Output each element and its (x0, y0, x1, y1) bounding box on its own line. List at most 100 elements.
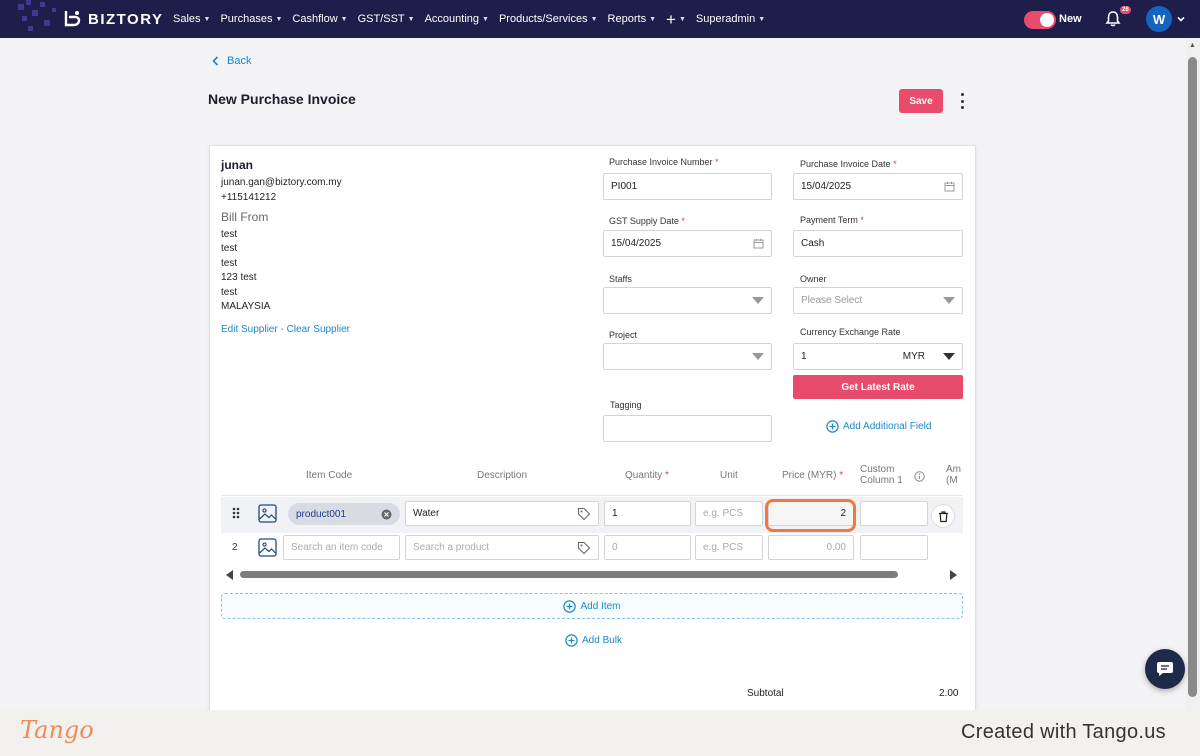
notification-bell-icon[interactable] (1104, 10, 1122, 28)
tag-icon[interactable] (577, 507, 591, 521)
col-header-custom-line2: Column 1 (860, 475, 903, 486)
currency-select[interactable]: MYR (903, 351, 955, 362)
circle-plus-icon (565, 634, 578, 647)
price-input[interactable]: 0.00 (768, 535, 854, 560)
item-code-chip[interactable]: product001 (288, 503, 400, 525)
custom-column-input[interactable] (860, 501, 928, 526)
quantity-input[interactable]: 1 (604, 501, 691, 526)
scroll-up-arrow-icon[interactable]: ▲ (1189, 42, 1196, 49)
circle-plus-icon (826, 420, 839, 433)
quantity-input[interactable]: 0 (604, 535, 691, 560)
nav-sales-label: Sales (173, 13, 201, 25)
payment-term-input[interactable]: Cash (793, 230, 963, 257)
gst-supply-date-input[interactable]: 15/04/2025 (603, 230, 772, 257)
description-input[interactable]: Water (405, 501, 599, 526)
product-search-input[interactable]: Search a product (405, 535, 599, 560)
address-line: test (221, 229, 238, 240)
subtotal-label: Subtotal (747, 688, 784, 699)
clear-icon[interactable] (381, 509, 392, 520)
save-button[interactable]: Save (899, 89, 943, 113)
calendar-icon[interactable] (944, 181, 955, 192)
subtotal-value: 2.00 (939, 688, 959, 699)
circle-plus-icon (563, 599, 577, 613)
invoice-number-input[interactable]: PI001 (603, 173, 772, 200)
chevron-down-icon: ▼ (203, 15, 211, 23)
chevron-down-icon: ▼ (678, 15, 686, 23)
trash-icon (938, 510, 948, 522)
add-item-button[interactable]: Add Item (221, 593, 963, 619)
currency-rate-input[interactable]: 1 MYR (793, 343, 963, 370)
unit-input[interactable]: e.g. PCS (695, 535, 763, 560)
nav-superadmin[interactable]: Superadmin ▼ (691, 13, 770, 25)
tag-icon[interactable] (577, 541, 591, 555)
user-avatar[interactable]: W (1146, 6, 1172, 32)
col-header-price-text: Price (MYR) (782, 470, 837, 481)
delete-row-button[interactable] (931, 504, 955, 528)
scroll-left-arrow-icon[interactable] (226, 570, 233, 580)
custom-column-input[interactable] (860, 535, 928, 560)
plus-icon: + (666, 9, 676, 29)
new-ui-toggle[interactable] (1024, 11, 1056, 29)
nav-sales[interactable]: Sales ▼ (168, 13, 215, 25)
required-mark: * (860, 215, 864, 225)
table-scrollbar-thumb[interactable] (240, 571, 898, 578)
invoice-date-input[interactable]: 15/04/2025 (793, 173, 963, 200)
nav-purchases-label: Purchases (220, 13, 273, 25)
gst-supply-date-value: 15/04/2025 (611, 238, 662, 249)
nav-cashflow[interactable]: Cashflow ▼ (287, 13, 352, 25)
quantity-placeholder: 0 (612, 542, 618, 553)
invoice-number-value: PI001 (611, 181, 638, 192)
project-select[interactable] (603, 343, 772, 370)
quantity-value: 1 (612, 508, 618, 519)
chevron-down-icon[interactable] (1176, 14, 1186, 24)
page-title: New Purchase Invoice (208, 91, 356, 107)
page-scrollbar-thumb[interactable] (1188, 57, 1197, 697)
tagging-input[interactable] (603, 415, 772, 442)
invoice-date-value: 15/04/2025 (801, 181, 852, 192)
nav-accounting[interactable]: Accounting ▼ (420, 13, 494, 25)
nav-gst-sst[interactable]: GST/SST ▼ (353, 13, 420, 25)
image-placeholder-icon[interactable] (258, 538, 277, 557)
image-placeholder-icon[interactable] (258, 504, 277, 523)
dropdown-caret-icon (943, 297, 955, 304)
chevron-down-icon: ▼ (758, 15, 766, 23)
row-number: 2 (232, 542, 238, 553)
scroll-right-arrow-icon[interactable] (950, 570, 957, 580)
staffs-select[interactable] (603, 287, 772, 314)
get-latest-rate-button[interactable]: Get Latest Rate (793, 375, 963, 399)
address-line: test (221, 287, 238, 298)
owner-label: Owner (800, 274, 827, 284)
tango-credit: Created with Tango.us (961, 721, 1166, 743)
edit-supplier-link[interactable]: Edit Supplier (221, 324, 278, 335)
back-link[interactable]: Back (212, 55, 251, 67)
invoice-date-label: Purchase Invoice Date * (800, 159, 897, 169)
chevron-down-icon: ▼ (275, 15, 283, 23)
chat-bubble-icon (1157, 662, 1173, 676)
gst-supply-date-label: GST Supply Date * (609, 216, 685, 226)
chat-support-button[interactable] (1145, 649, 1185, 689)
info-icon[interactable] (914, 471, 925, 482)
col-header-description: Description (477, 470, 528, 481)
add-bulk-button[interactable]: Add Bulk (565, 634, 622, 647)
supplier-phone: +115141212 (221, 192, 277, 203)
more-options-icon[interactable] (958, 93, 966, 109)
price-focus-highlight (765, 499, 856, 532)
nav-purchases[interactable]: Purchases ▼ (215, 13, 287, 25)
item-code-search-input[interactable]: Search an item code (283, 535, 400, 560)
description-value: Water (413, 508, 440, 519)
invoice-date-label-text: Purchase Invoice Date (800, 159, 891, 169)
owner-select[interactable]: Please Select (793, 287, 963, 314)
nav-reports-label: Reports (607, 13, 647, 25)
unit-placeholder: e.g. PCS (703, 542, 744, 553)
add-item-label: Add Item (580, 600, 621, 612)
nav-products-services[interactable]: Products/Services ▼ (494, 13, 603, 25)
clear-supplier-link[interactable]: Clear Supplier (287, 324, 350, 335)
calendar-icon[interactable] (753, 238, 764, 249)
nav-reports[interactable]: Reports ▼ (603, 13, 661, 25)
brand-logo[interactable]: BIZTORY (62, 9, 164, 29)
add-additional-field-link[interactable]: Add Additional Field (826, 420, 931, 433)
drag-handle-icon[interactable] (232, 507, 240, 519)
project-label: Project (609, 330, 638, 340)
unit-input[interactable]: e.g. PCS (695, 501, 763, 526)
nav-quick-add[interactable]: + ▼ (661, 11, 691, 28)
